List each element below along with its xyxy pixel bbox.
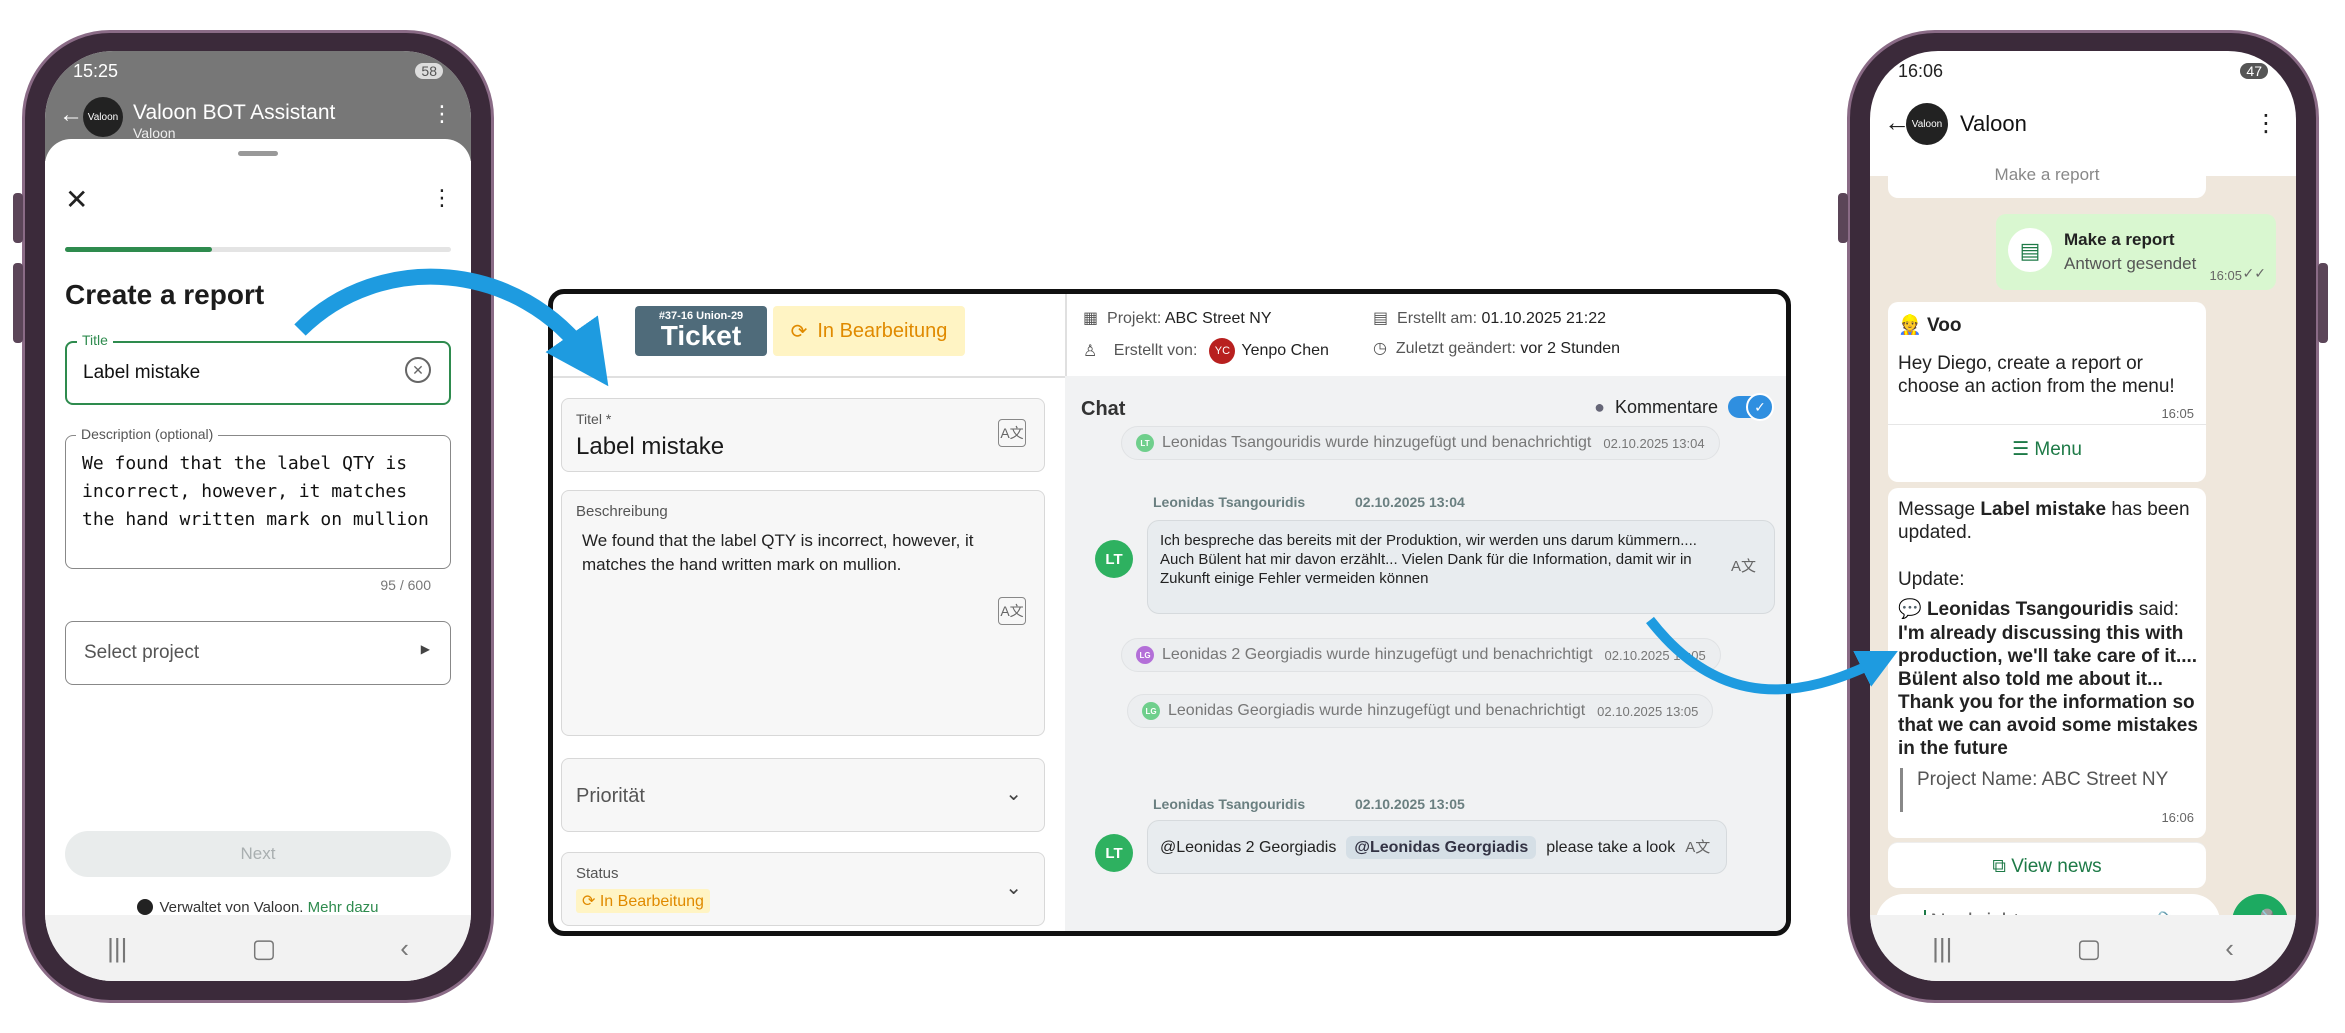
- flow-arrows: [294, 268, 1898, 695]
- arrow-to-ticket: [294, 268, 609, 387]
- arrow-to-whatsapp: [1646, 616, 1898, 695]
